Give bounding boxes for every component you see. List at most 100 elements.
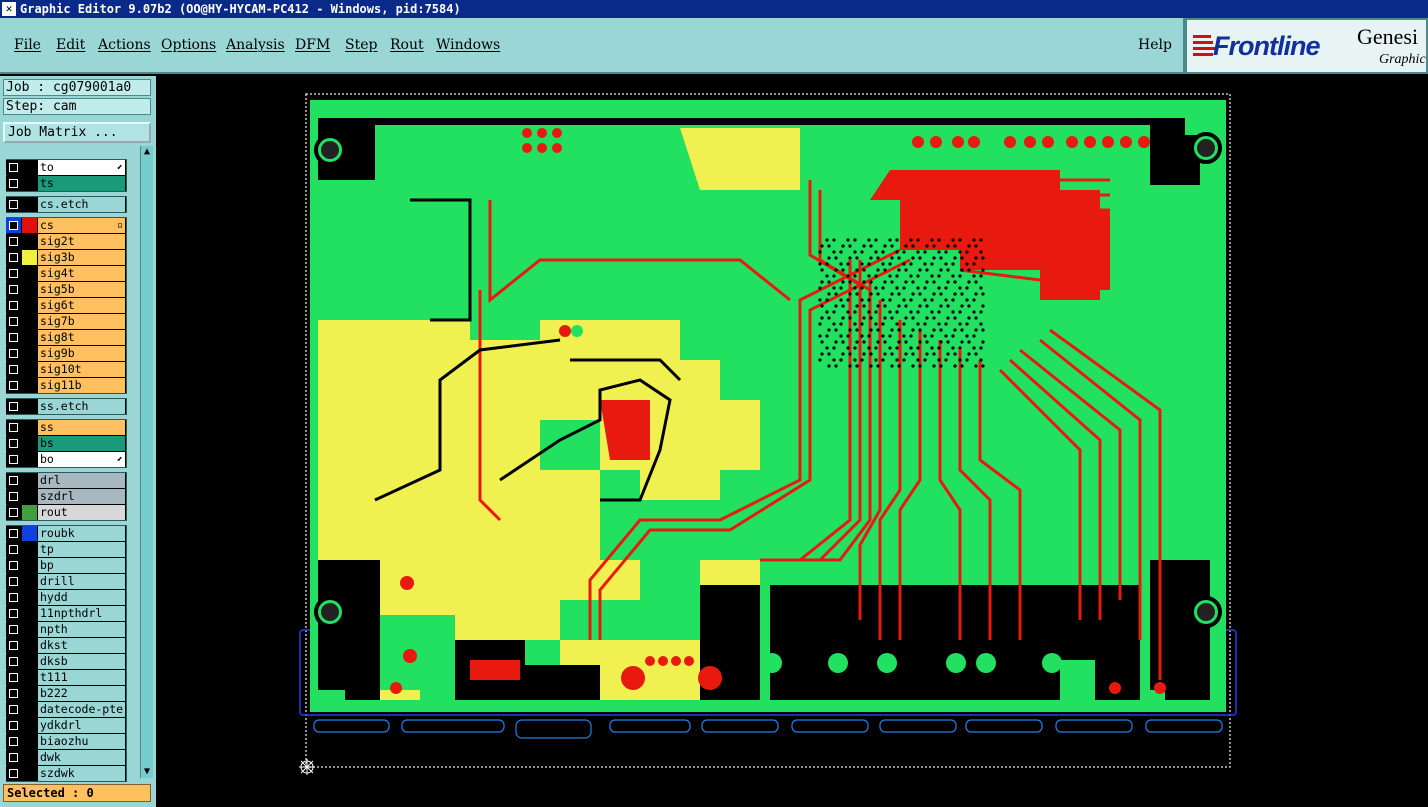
- layer-row-b222[interactable]: b222: [6, 686, 125, 701]
- pcb-view[interactable]: [156, 76, 1428, 807]
- layer-name[interactable]: cs: [38, 218, 125, 233]
- layer-row-bp[interactable]: bp: [6, 558, 125, 573]
- menu-analysis[interactable]: Analysis: [226, 37, 285, 53]
- menu-edit[interactable]: Edit: [56, 37, 85, 53]
- layer-name[interactable]: tp: [38, 542, 125, 557]
- layer-color-swatch[interactable]: [22, 702, 37, 717]
- layer-color-swatch[interactable]: [22, 670, 37, 685]
- layer-color-swatch[interactable]: [22, 218, 37, 233]
- layer-color-swatch[interactable]: [22, 420, 37, 435]
- layer-name[interactable]: sig10t: [38, 362, 125, 377]
- layer-row-drill[interactable]: drill: [6, 574, 125, 589]
- layer-checkbox[interactable]: [6, 346, 21, 361]
- layer-checkbox[interactable]: [6, 266, 21, 281]
- layer-checkbox[interactable]: [6, 330, 21, 345]
- layer-checkbox[interactable]: [6, 718, 21, 733]
- layer-row-sig2t[interactable]: sig2t: [6, 234, 125, 249]
- layer-name[interactable]: ts: [38, 176, 125, 191]
- layer-color-swatch[interactable]: [22, 505, 37, 520]
- layer-color-swatch[interactable]: [22, 473, 37, 488]
- layer-name[interactable]: b222: [38, 686, 125, 701]
- layer-name[interactable]: roubk: [38, 526, 125, 541]
- layer-checkbox[interactable]: [6, 489, 21, 504]
- layer-color-swatch[interactable]: [22, 378, 37, 393]
- layer-checkbox[interactable]: [6, 452, 21, 467]
- layer-name[interactable]: drill: [38, 574, 125, 589]
- layer-name[interactable]: to: [38, 160, 125, 175]
- layer-row-sig7b[interactable]: sig7b: [6, 314, 125, 329]
- layer-name[interactable]: dksb: [38, 654, 125, 669]
- layer-checkbox[interactable]: [6, 542, 21, 557]
- layer-color-swatch[interactable]: [22, 399, 37, 414]
- layer-checkbox[interactable]: [6, 473, 21, 488]
- layer-name[interactable]: sig9b: [38, 346, 125, 361]
- layer-color-swatch[interactable]: [22, 558, 37, 573]
- layer-row-ss.etch[interactable]: ss.etch: [6, 399, 125, 414]
- layer-color-swatch[interactable]: [22, 489, 37, 504]
- layer-color-swatch[interactable]: [22, 160, 37, 175]
- layer-name[interactable]: cs.etch: [38, 197, 125, 212]
- layer-row-to[interactable]: to ⬋: [6, 160, 125, 175]
- layer-checkbox[interactable]: [6, 314, 21, 329]
- layer-row-hydd[interactable]: hydd: [6, 590, 125, 605]
- layer-checkbox[interactable]: [6, 590, 21, 605]
- layer-color-swatch[interactable]: [22, 526, 37, 541]
- layer-color-swatch[interactable]: [22, 314, 37, 329]
- layer-checkbox[interactable]: [6, 606, 21, 621]
- layer-row-cs[interactable]: cs ▫: [6, 218, 125, 233]
- layer-row-roubk[interactable]: roubk: [6, 526, 125, 541]
- layer-color-swatch[interactable]: [22, 766, 37, 781]
- layer-checkbox[interactable]: [6, 638, 21, 653]
- layer-color-swatch[interactable]: [22, 250, 37, 265]
- layer-name[interactable]: bs: [38, 436, 125, 451]
- layer-color-swatch[interactable]: [22, 298, 37, 313]
- layer-name[interactable]: szdwk: [38, 766, 125, 781]
- layer-row-11npthdrl[interactable]: 11npthdrl: [6, 606, 125, 621]
- layer-checkbox[interactable]: [6, 250, 21, 265]
- layer-name[interactable]: hydd: [38, 590, 125, 605]
- menu-rout[interactable]: Rout: [390, 37, 424, 53]
- layer-name[interactable]: biaozhu: [38, 734, 125, 749]
- close-icon[interactable]: ✕: [2, 2, 16, 16]
- menu-options[interactable]: Options: [161, 37, 216, 53]
- layer-row-sig3b[interactable]: sig3b: [6, 250, 125, 265]
- layer-row-t111[interactable]: t111: [6, 670, 125, 685]
- scroll-up-icon[interactable]: ▲: [141, 146, 153, 158]
- layer-checkbox[interactable]: [6, 234, 21, 249]
- layer-row-sig8t[interactable]: sig8t: [6, 330, 125, 345]
- layer-row-sig11b[interactable]: sig11b: [6, 378, 125, 393]
- layer-checkbox[interactable]: [6, 218, 21, 233]
- layer-row-ydkdrl[interactable]: ydkdrl: [6, 718, 125, 733]
- layer-row-ss[interactable]: ss: [6, 420, 125, 435]
- layer-name[interactable]: sig11b: [38, 378, 125, 393]
- layer-checkbox[interactable]: [6, 282, 21, 297]
- layer-row-bs[interactable]: bs: [6, 436, 125, 451]
- graphic-canvas[interactable]: [156, 76, 1428, 807]
- layer-color-swatch[interactable]: [22, 282, 37, 297]
- layer-name[interactable]: sig2t: [38, 234, 125, 249]
- layer-row-sig5b[interactable]: sig5b: [6, 282, 125, 297]
- layer-row-szdrl[interactable]: szdrl: [6, 489, 125, 504]
- layer-name[interactable]: sig6t: [38, 298, 125, 313]
- layer-checkbox[interactable]: [6, 686, 21, 701]
- layer-name[interactable]: sig4t: [38, 266, 125, 281]
- layer-name[interactable]: 11npthdrl: [38, 606, 125, 621]
- menu-step[interactable]: Step: [345, 37, 377, 53]
- layer-row-ts[interactable]: ts: [6, 176, 125, 191]
- layer-color-swatch[interactable]: [22, 606, 37, 621]
- layer-color-swatch[interactable]: [22, 266, 37, 281]
- layer-color-swatch[interactable]: [22, 686, 37, 701]
- layer-checkbox[interactable]: [6, 734, 21, 749]
- layer-color-swatch[interactable]: [22, 542, 37, 557]
- layer-row-sig6t[interactable]: sig6t: [6, 298, 125, 313]
- layer-row-sig9b[interactable]: sig9b: [6, 346, 125, 361]
- menu-actions[interactable]: Actions: [98, 37, 151, 53]
- layer-color-swatch[interactable]: [22, 750, 37, 765]
- layer-checkbox[interactable]: [6, 750, 21, 765]
- layer-color-swatch[interactable]: [22, 197, 37, 212]
- layer-color-swatch[interactable]: [22, 574, 37, 589]
- layer-name[interactable]: ss: [38, 420, 125, 435]
- layer-row-sig10t[interactable]: sig10t: [6, 362, 125, 377]
- layer-row-datecode-pte[interactable]: datecode-pte: [6, 702, 125, 717]
- layer-color-swatch[interactable]: [22, 234, 37, 249]
